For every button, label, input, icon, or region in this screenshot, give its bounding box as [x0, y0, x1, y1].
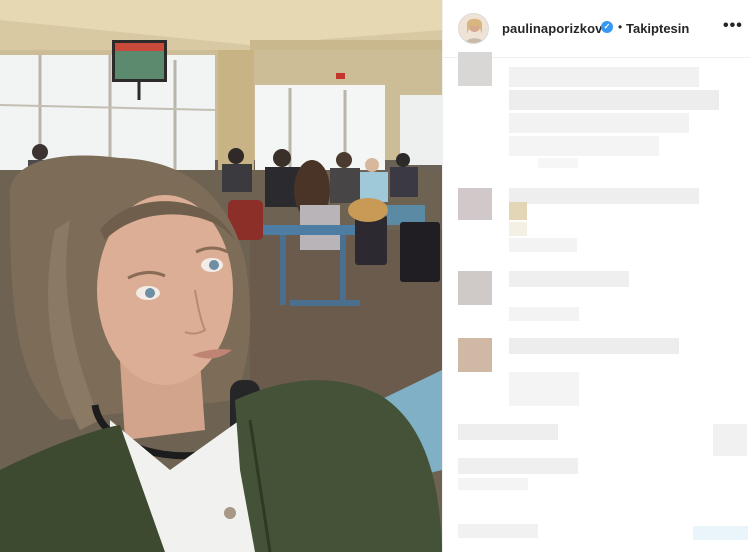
- verified-badge-icon: ✓: [601, 21, 613, 33]
- post-header: paulinaporizkov ✓ • Takiptesin •••: [443, 0, 750, 58]
- post-photo[interactable]: [0, 0, 442, 552]
- more-options-icon[interactable]: •••: [723, 17, 743, 35]
- username-link[interactable]: paulinaporizkov: [502, 21, 602, 36]
- follow-status-button[interactable]: Takiptesin: [626, 21, 689, 36]
- post-side-panel: paulinaporizkov ✓ • Takiptesin •••: [442, 0, 750, 552]
- avatar[interactable]: [458, 13, 489, 44]
- airport-selfie-image: [0, 0, 442, 552]
- separator-dot: •: [618, 20, 623, 34]
